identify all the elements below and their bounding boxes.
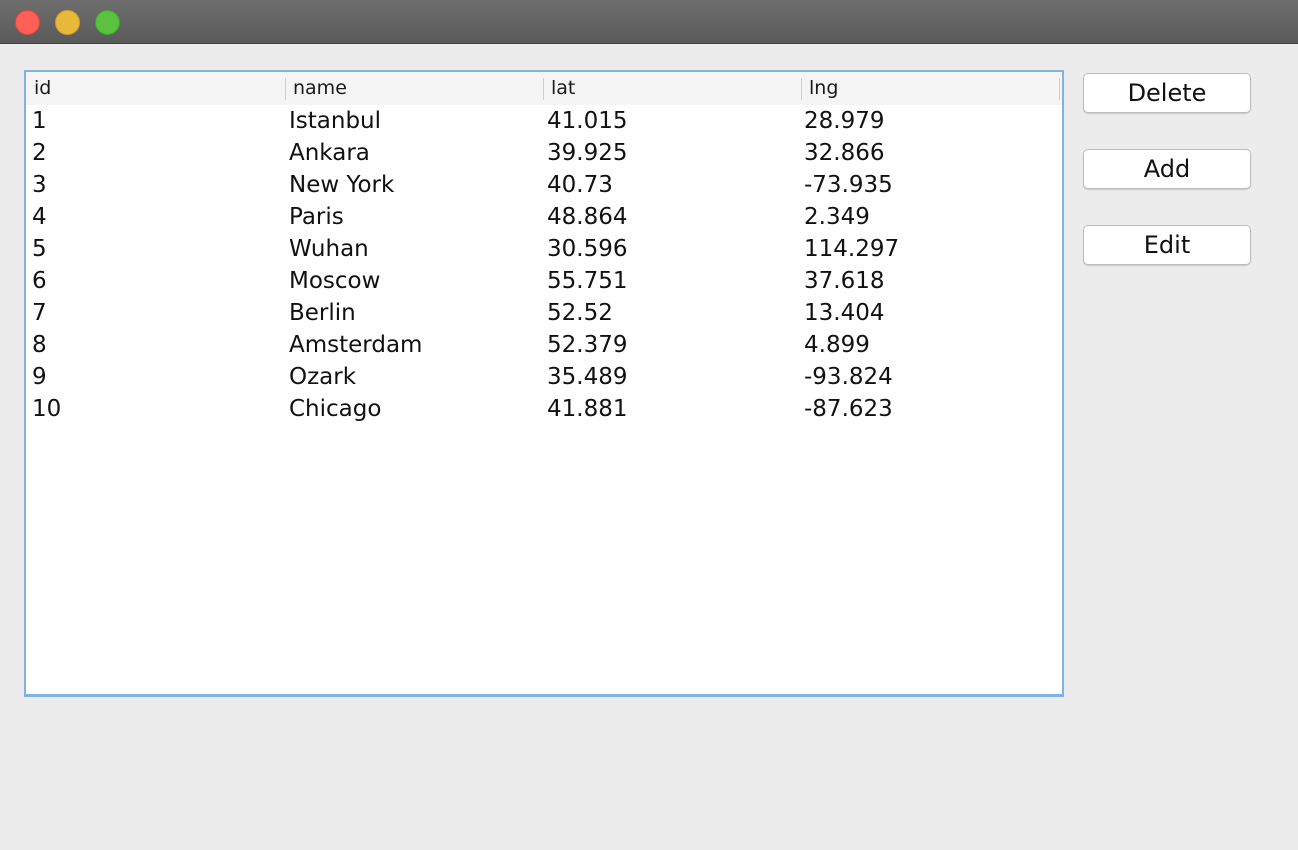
- cell-lat[interactable]: 41.015: [543, 105, 801, 137]
- cell-lat[interactable]: 39.925: [543, 137, 801, 169]
- minimize-window-button[interactable]: [55, 10, 80, 35]
- cell-lat[interactable]: 40.73: [543, 169, 801, 201]
- cell-lng[interactable]: 13.404: [801, 297, 1060, 329]
- title-bar[interactable]: [0, 0, 1298, 44]
- column-header-lat[interactable]: lat: [543, 72, 801, 105]
- cell-lat[interactable]: 30.596: [543, 233, 801, 265]
- cell-name[interactable]: Paris: [285, 201, 543, 233]
- cities-table[interactable]: id name lat lng 1 Istanbul 41.015 28.979 2 An…: [24, 70, 1064, 697]
- table-body: 1 Istanbul 41.015 28.979 2 Ankara 39.925 32.866…: [26, 105, 1062, 425]
- cell-name[interactable]: Amsterdam: [285, 329, 543, 361]
- table-row[interactable]: 1 Istanbul 41.015 28.979: [26, 105, 1062, 137]
- table-row[interactable]: 5 Wuhan 30.596 114.297: [26, 233, 1062, 265]
- cell-id[interactable]: 4: [26, 201, 285, 233]
- cell-name[interactable]: Wuhan: [285, 233, 543, 265]
- add-button[interactable]: Add: [1083, 149, 1251, 189]
- cell-id[interactable]: 2: [26, 137, 285, 169]
- cell-lat[interactable]: 41.881: [543, 393, 801, 425]
- cell-lat[interactable]: 52.379: [543, 329, 801, 361]
- cell-id[interactable]: 10: [26, 393, 285, 425]
- zoom-window-button[interactable]: [95, 10, 120, 35]
- cell-name[interactable]: New York: [285, 169, 543, 201]
- cell-name[interactable]: Ozark: [285, 361, 543, 393]
- cell-id[interactable]: 3: [26, 169, 285, 201]
- cell-lng[interactable]: -93.824: [801, 361, 1060, 393]
- cell-lng[interactable]: -87.623: [801, 393, 1060, 425]
- cell-name[interactable]: Chicago: [285, 393, 543, 425]
- cell-name[interactable]: Istanbul: [285, 105, 543, 137]
- cell-lng[interactable]: 2.349: [801, 201, 1060, 233]
- edit-button[interactable]: Edit: [1083, 225, 1251, 265]
- column-header-lng[interactable]: lng: [801, 72, 1060, 105]
- cell-lng[interactable]: -73.935: [801, 169, 1060, 201]
- table-row[interactable]: 6 Moscow 55.751 37.618: [26, 265, 1062, 297]
- cell-id[interactable]: 7: [26, 297, 285, 329]
- table-row[interactable]: 10 Chicago 41.881 -87.623: [26, 393, 1062, 425]
- cell-lng[interactable]: 28.979: [801, 105, 1060, 137]
- cell-lat[interactable]: 55.751: [543, 265, 801, 297]
- cell-lng[interactable]: 37.618: [801, 265, 1060, 297]
- table-row[interactable]: 9 Ozark 35.489 -93.824: [26, 361, 1062, 393]
- table-row[interactable]: 4 Paris 48.864 2.349: [26, 201, 1062, 233]
- cell-id[interactable]: 1: [26, 105, 285, 137]
- table-header: id name lat lng: [26, 72, 1062, 105]
- cell-id[interactable]: 8: [26, 329, 285, 361]
- cell-name[interactable]: Berlin: [285, 297, 543, 329]
- cell-lng[interactable]: 114.297: [801, 233, 1060, 265]
- cell-lng[interactable]: 32.866: [801, 137, 1060, 169]
- table-row[interactable]: 3 New York 40.73 -73.935: [26, 169, 1062, 201]
- cell-lat[interactable]: 35.489: [543, 361, 801, 393]
- cell-id[interactable]: 5: [26, 233, 285, 265]
- table-row[interactable]: 7 Berlin 52.52 13.404: [26, 297, 1062, 329]
- cell-lat[interactable]: 52.52: [543, 297, 801, 329]
- table-row[interactable]: 2 Ankara 39.925 32.866: [26, 137, 1062, 169]
- cell-lng[interactable]: 4.899: [801, 329, 1060, 361]
- cell-id[interactable]: 9: [26, 361, 285, 393]
- delete-button[interactable]: Delete: [1083, 73, 1251, 113]
- cell-lat[interactable]: 48.864: [543, 201, 801, 233]
- close-window-button[interactable]: [15, 10, 40, 35]
- table-row[interactable]: 8 Amsterdam 52.379 4.899: [26, 329, 1062, 361]
- cell-name[interactable]: Ankara: [285, 137, 543, 169]
- cell-id[interactable]: 6: [26, 265, 285, 297]
- column-header-id[interactable]: id: [26, 72, 285, 105]
- app-window: id name lat lng 1 Istanbul 41.015 28.979 2 An…: [0, 0, 1298, 850]
- cell-name[interactable]: Moscow: [285, 265, 543, 297]
- column-header-name[interactable]: name: [285, 72, 543, 105]
